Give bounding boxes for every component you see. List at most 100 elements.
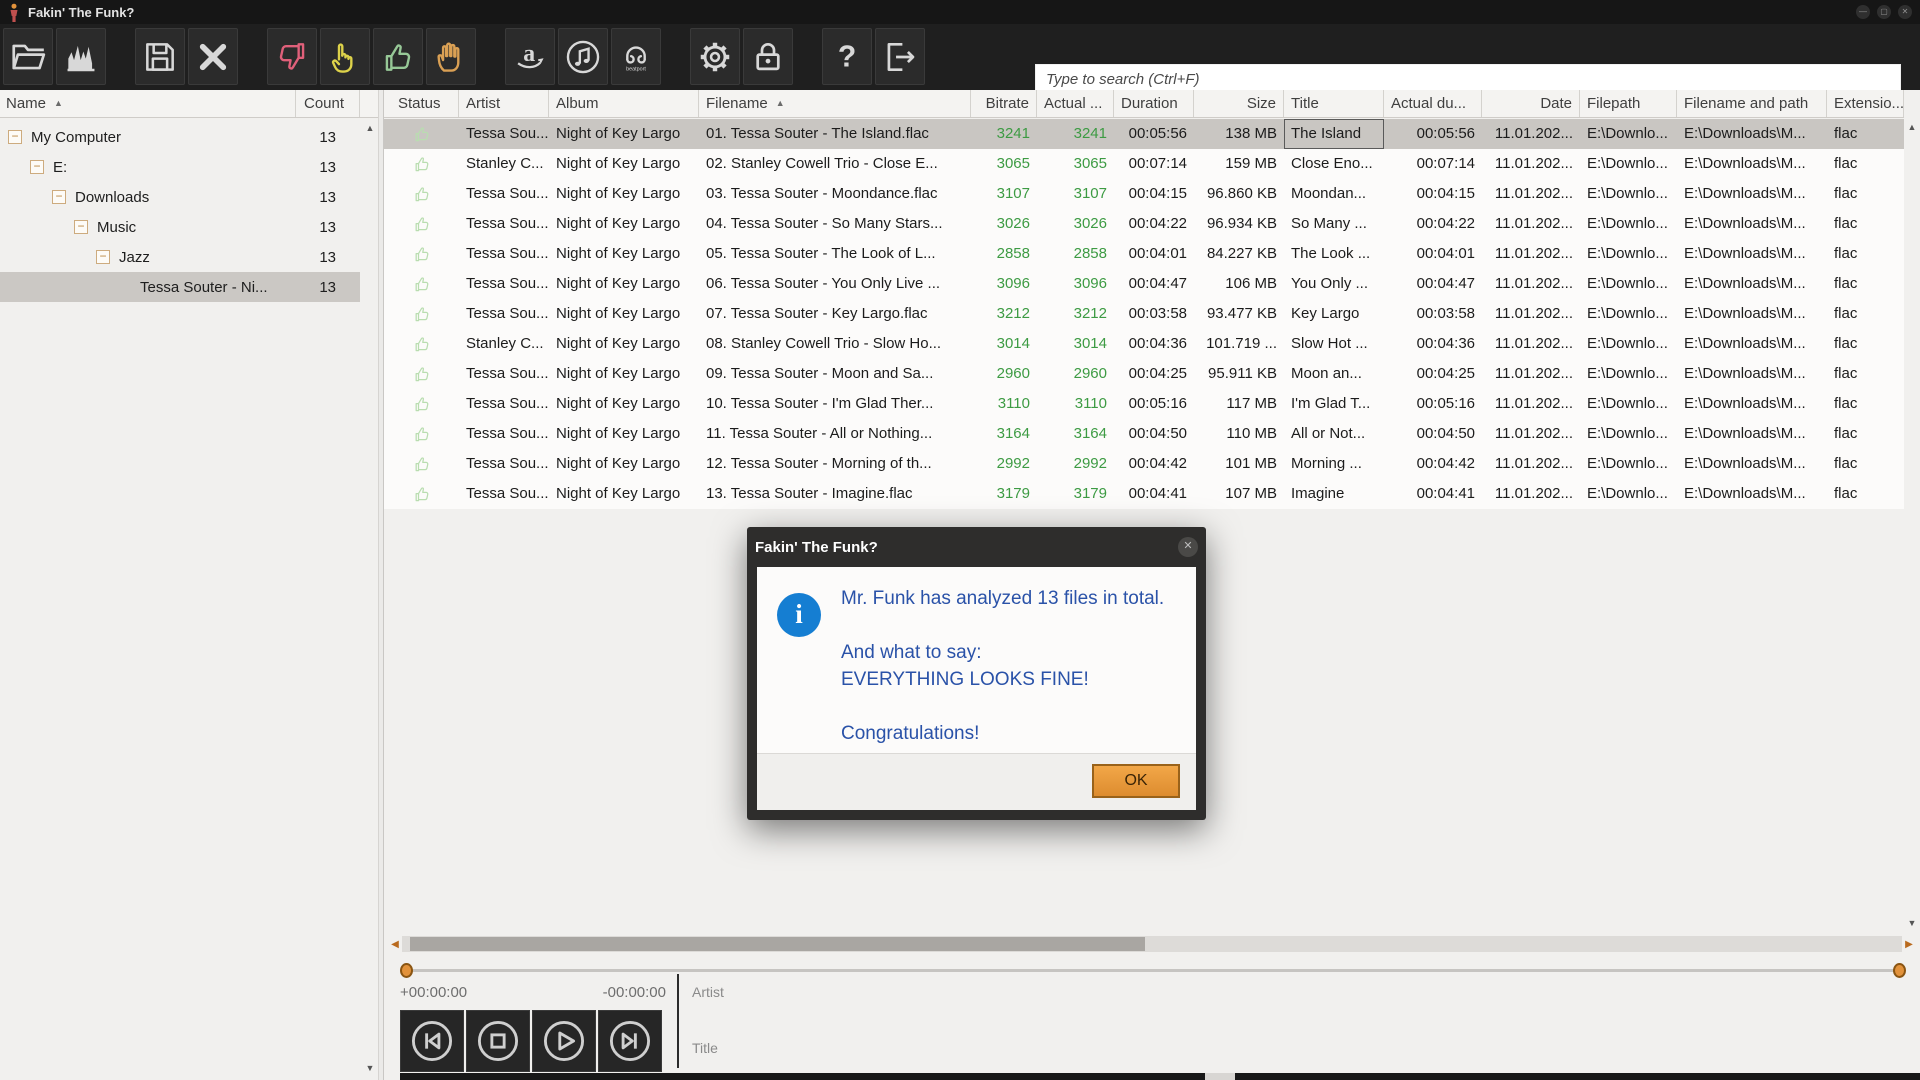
table-row[interactable]: Tessa Sou... Night of Key Largo 13. Tessa … xyxy=(384,479,1904,509)
header-artist[interactable]: Artist xyxy=(459,90,549,117)
header-bitrate[interactable]: Bitrate xyxy=(971,90,1037,117)
scrollbar-thumb[interactable] xyxy=(410,937,1145,951)
tree-item[interactable]: Tessa Souter - Ni... 13 xyxy=(0,272,360,302)
player-times: +00:00:00 -00:00:00 xyxy=(400,984,666,1001)
itunes-button[interactable] xyxy=(558,28,608,85)
close-icon[interactable]: ✕ xyxy=(1898,5,1912,19)
scrollbar-track[interactable] xyxy=(402,936,1902,952)
next-track-button[interactable] xyxy=(598,1010,662,1072)
cell-size: 96.934 KB xyxy=(1206,215,1277,232)
amazon-button[interactable]: a xyxy=(505,28,555,85)
toolbar-group xyxy=(267,28,479,85)
header-actual_bitrate[interactable]: Actual ... xyxy=(1037,90,1114,117)
scroll-left-icon[interactable]: ◀ xyxy=(388,939,402,950)
tree-item[interactable]: − Jazz 13 xyxy=(0,242,360,272)
maximize-icon[interactable]: ▢ xyxy=(1877,5,1891,19)
header-filename_and_path[interactable]: Filename and path xyxy=(1677,90,1827,117)
cell-date: 11.01.202... xyxy=(1494,275,1573,292)
header-duration[interactable]: Duration xyxy=(1114,90,1194,117)
minimize-icon[interactable]: — xyxy=(1856,5,1870,19)
scroll-down-icon[interactable]: ▼ xyxy=(362,1060,378,1076)
settings-button[interactable] xyxy=(690,28,740,85)
grid-horizontal-scrollbar[interactable]: ◀ ▶ xyxy=(388,935,1916,953)
header-title[interactable]: Title xyxy=(1284,90,1384,117)
cell-extension: flac xyxy=(1834,395,1858,412)
table-row[interactable]: Tessa Sou... Night of Key Largo 01. Tessa … xyxy=(384,119,1904,149)
table-row[interactable]: Tessa Sou... Night of Key Largo 11. Tessa … xyxy=(384,419,1904,449)
table-row[interactable]: Tessa Sou... Night of Key Largo 06. Tessa … xyxy=(384,269,1904,299)
table-row[interactable]: Tessa Sou... Night of Key Largo 03. Tessa … xyxy=(384,179,1904,209)
delete-button[interactable] xyxy=(188,28,238,85)
spectrum-button[interactable] xyxy=(56,28,106,85)
exit-button[interactable] xyxy=(875,28,925,85)
header-actual_duration[interactable]: Actual du... xyxy=(1384,90,1482,117)
tree-item[interactable]: − Music 13 xyxy=(0,212,360,242)
tree-header-name[interactable]: Name ▲ xyxy=(0,90,296,117)
collapse-icon[interactable]: − xyxy=(8,130,22,144)
table-row[interactable]: Tessa Sou... Night of Key Largo 07. Tessa … xyxy=(384,299,1904,329)
save-button[interactable] xyxy=(135,28,185,85)
header-filename[interactable]: Filename ▲ xyxy=(699,90,971,117)
pointing-hand-button[interactable] xyxy=(320,28,370,85)
scroll-up-icon[interactable]: ▲ xyxy=(1904,119,1920,135)
help-button[interactable]: ? xyxy=(822,28,872,85)
collapse-icon[interactable]: − xyxy=(74,220,88,234)
column-label: Bitrate xyxy=(985,95,1029,112)
cell-status xyxy=(384,149,459,179)
scroll-right-icon[interactable]: ▶ xyxy=(1902,939,1916,950)
open-folder-button[interactable] xyxy=(3,28,53,85)
lock-button[interactable] xyxy=(743,28,793,85)
play-button[interactable] xyxy=(532,1010,596,1072)
tree-item-label: Jazz xyxy=(119,248,150,266)
previous-icon xyxy=(409,1018,455,1064)
toolbar-group: ? xyxy=(822,28,928,85)
table-row[interactable]: Tessa Sou... Night of Key Largo 12. Tessa … xyxy=(384,449,1904,479)
scroll-up-icon[interactable]: ▲ xyxy=(362,120,378,136)
bottom-strip-gap xyxy=(1205,1073,1235,1080)
tree-item[interactable]: − My Computer 13 xyxy=(0,122,360,152)
cell-filename: 03. Tessa Souter - Moondance.flac xyxy=(706,185,938,202)
collapse-icon[interactable]: − xyxy=(96,250,110,264)
raised-hand-button[interactable] xyxy=(426,28,476,85)
stop-button[interactable] xyxy=(466,1010,530,1072)
header-album[interactable]: Album xyxy=(549,90,699,117)
header-date[interactable]: Date xyxy=(1482,90,1580,117)
seek-knob-start[interactable] xyxy=(400,963,413,978)
header-size[interactable]: Size xyxy=(1194,90,1284,117)
titlebar: Fakin' The Funk? — ▢ ✕ xyxy=(0,0,1920,24)
cell-album: Night of Key Largo xyxy=(556,185,681,202)
ok-button[interactable]: OK xyxy=(1092,764,1180,798)
header-status[interactable]: Status xyxy=(384,90,459,117)
seek-slider[interactable] xyxy=(400,962,1906,978)
dialog-close-icon[interactable]: ✕ xyxy=(1178,537,1198,557)
tree-scrollbar[interactable]: ▲ ▼ xyxy=(362,120,378,1076)
beatport-button[interactable]: beatport xyxy=(611,28,661,85)
thumb-down-icon xyxy=(273,38,311,76)
collapse-icon[interactable]: − xyxy=(30,160,44,174)
sort-asc-icon: ▲ xyxy=(54,98,63,108)
thumbs-down-button[interactable] xyxy=(267,28,317,85)
table-row[interactable]: Tessa Sou... Night of Key Largo 04. Tessa … xyxy=(384,209,1904,239)
table-row[interactable]: Tessa Sou... Night of Key Largo 09. Tessa … xyxy=(384,359,1904,389)
cell-actual_bitrate: 3065 xyxy=(1073,155,1107,172)
header-filepath[interactable]: Filepath xyxy=(1580,90,1677,117)
previous-track-button[interactable] xyxy=(400,1010,464,1072)
cell-duration: 00:04:47 xyxy=(1128,275,1187,292)
grid-vertical-scrollbar[interactable]: ▲ ▼ xyxy=(1904,119,1920,931)
thumbs-up-button[interactable] xyxy=(373,28,423,85)
tree-item[interactable]: − Downloads 13 xyxy=(0,182,360,212)
collapse-icon[interactable]: − xyxy=(52,190,66,204)
cell-artist: Stanley C... xyxy=(466,155,544,172)
tree-item[interactable]: − E: 13 xyxy=(0,152,360,182)
table-row[interactable]: Tessa Sou... Night of Key Largo 10. Tessa … xyxy=(384,389,1904,419)
tree-header-count[interactable]: Count xyxy=(296,90,360,117)
seek-knob-end[interactable] xyxy=(1893,963,1906,978)
cell-filename_and_path: E:\Downloads\M... xyxy=(1684,365,1806,382)
table-row[interactable]: Stanley C... Night of Key Largo 02. Stanle… xyxy=(384,149,1904,179)
table-row[interactable]: Tessa Sou... Night of Key Largo 05. Tessa … xyxy=(384,239,1904,269)
header-extension[interactable]: Extensio... xyxy=(1827,90,1904,117)
seek-track[interactable] xyxy=(402,969,1904,972)
scroll-down-icon[interactable]: ▼ xyxy=(1904,915,1920,931)
svg-text:beatport: beatport xyxy=(626,66,646,72)
table-row[interactable]: Stanley C... Night of Key Largo 08. Stanle… xyxy=(384,329,1904,359)
